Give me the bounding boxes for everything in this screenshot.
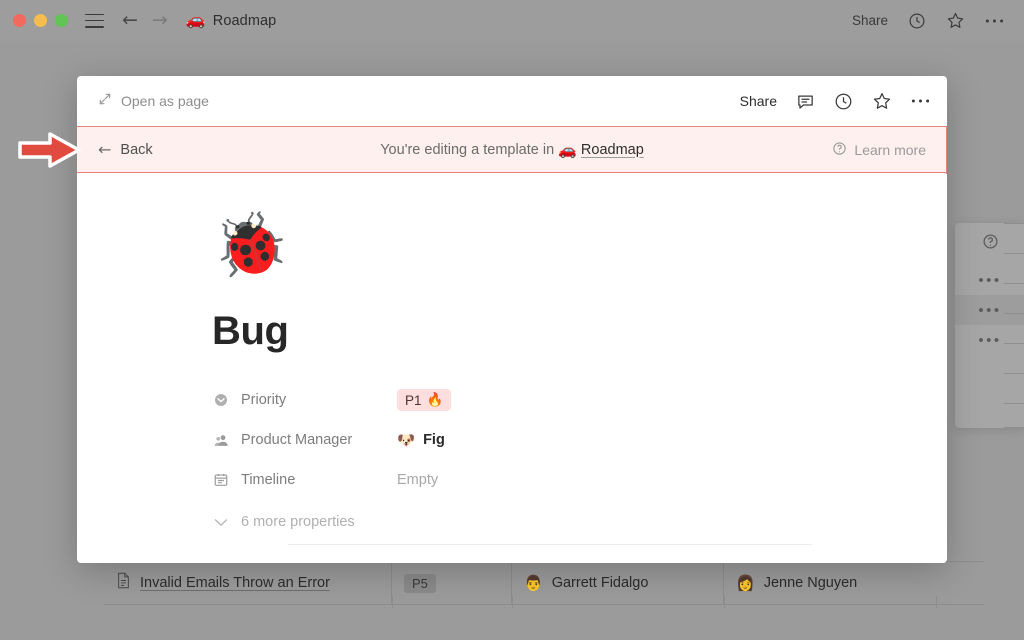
modal-header-actions: Share [740,91,930,111]
priority-chip: P1 🔥 [397,389,452,411]
navigation-arrows[interactable]: ← → [122,11,168,30]
property-row-product-manager[interactable]: Product Manager 🐶 Fig [212,420,947,460]
back-arrow-icon[interactable]: ← [122,11,138,30]
background-table: Invalid Emails Throw an Error P5 👨 Garre… [104,561,984,605]
property-label-priority: Priority [212,392,397,408]
priority-badge: P5 [404,573,436,593]
share-button[interactable]: Share [740,93,777,109]
chevron-down-icon [212,518,230,527]
property-row-timeline[interactable]: Timeline Empty [212,460,947,500]
content-divider [288,544,812,545]
property-label-timeline: Timeline [212,472,397,488]
app-window: ••• ••• ••• Invalid Emails Throw an Erro… [0,0,1024,640]
table-row[interactable]: Invalid Emails Throw an Error P5 👨 Garre… [104,561,984,605]
more-options-icon: ••• [978,331,1002,349]
page-peek-modal: Open as page Share ← Back You're editing… [77,76,947,563]
table-cell-person-two[interactable]: 👩 Jenne Nguyen [724,561,936,605]
table-cell-person-one[interactable]: 👨 Garrett Fidalgo [512,561,724,605]
sidebar-toggle-icon[interactable] [85,13,104,28]
more-options-icon[interactable] [985,18,1004,24]
help-circle-icon [982,233,999,255]
back-arrow-icon: ← [98,139,112,159]
table-cell-name[interactable]: Invalid Emails Throw an Error [104,561,392,605]
share-button[interactable]: Share [852,13,888,28]
date-icon [212,472,230,488]
document-emoji-icon: 🚗 [185,11,206,29]
table-cell-name-text: Invalid Emails Throw an Error [140,575,330,591]
avatar: 👩 [736,575,755,592]
page-title[interactable]: Bug [212,309,947,354]
property-name: Timeline [241,472,296,488]
select-dropdown-icon [212,392,230,408]
favorite-star-icon[interactable] [872,91,892,111]
database-link[interactable]: Roadmap [581,142,644,158]
property-value-priority[interactable]: P1 🔥 [397,389,452,411]
history-clock-icon[interactable] [834,92,853,111]
forward-arrow-icon[interactable]: → [152,11,168,30]
property-name: Priority [241,392,287,408]
page-properties: Priority P1 🔥 Product Manager 🐶 Fig Time… [212,380,947,542]
open-as-page-button[interactable]: Open as page [98,92,209,111]
document-icon [116,572,131,594]
person-name: Jenne Nguyen [763,575,858,591]
expand-icon [98,92,112,111]
more-properties-label: 6 more properties [241,514,355,530]
more-options-icon[interactable] [911,98,930,104]
person-name: Fig [423,432,445,448]
person-icon [212,432,230,449]
priority-chip-label: P1 [405,392,422,408]
property-value-timeline[interactable]: Empty [397,472,438,488]
pointer-arrow [18,130,82,170]
person-chip: 🐶 Fig [397,432,445,449]
back-button-label: Back [120,141,153,158]
comment-icon[interactable] [796,92,815,111]
close-window-button[interactable] [13,14,26,27]
avatar: 🐶 [397,432,416,449]
property-name: Product Manager [241,432,353,448]
avatar: 👨 [524,575,543,592]
window-controls[interactable] [13,14,68,27]
minimize-window-button[interactable] [34,14,47,27]
modal-header: Open as page Share [77,76,947,126]
template-banner-message: You're editing a template in 🚗 Roadmap [77,141,947,159]
page-icon-emoji[interactable]: 🐞 [212,215,947,287]
window-title-bar: ← → 🚗 Roadmap Share [0,0,1024,41]
history-clock-icon[interactable] [908,12,926,30]
titlebar-actions: Share [852,11,1004,30]
property-label-product-manager: Product Manager [212,432,397,449]
learn-more-label: Learn more [854,141,926,158]
template-editing-banner: ← Back You're editing a template in 🚗 Ro… [77,125,947,174]
person-name: Garrett Fidalgo [551,575,649,591]
back-button[interactable]: ← Back [98,139,153,159]
more-properties-toggle[interactable]: 6 more properties [212,502,947,542]
more-options-icon: ••• [978,271,1002,289]
property-row-priority[interactable]: Priority P1 🔥 [212,380,947,420]
more-options-icon: ••• [978,301,1002,319]
property-value-product-manager[interactable]: 🐶 Fig [397,432,445,449]
database-emoji-icon: 🚗 [558,141,577,159]
panel-edge-lines [1004,223,1024,428]
learn-more-button[interactable]: Learn more [832,141,926,159]
page-title-breadcrumb[interactable]: Roadmap [213,13,277,29]
help-circle-icon [832,141,847,159]
favorite-star-icon[interactable] [946,11,965,30]
maximize-window-button[interactable] [55,14,68,27]
fire-emoji-icon: 🔥 [426,392,444,407]
template-banner-text: You're editing a template in [380,141,555,158]
open-as-page-label: Open as page [121,93,209,109]
modal-body: 🐞 Bug Priority P1 🔥 Product Manager 🐶 Fi… [77,173,947,563]
table-cell-priority[interactable]: P5 [392,561,512,605]
